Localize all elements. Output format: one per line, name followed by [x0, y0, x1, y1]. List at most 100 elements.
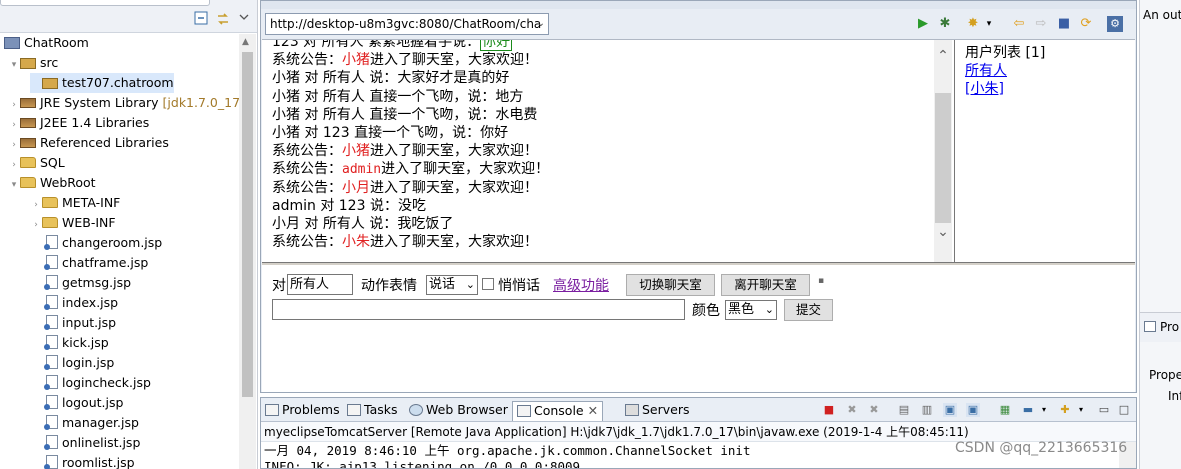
collapse-arrow-icon[interactable]: ›: [8, 135, 20, 155]
collapse-arrow-icon[interactable]: ›: [30, 215, 42, 235]
whisper-checkbox[interactable]: [482, 278, 494, 290]
tab-tasks[interactable]: Tasks: [347, 401, 398, 421]
collapse-arrow-icon[interactable]: ›: [8, 115, 20, 135]
user-link[interactable]: [小朱]: [965, 80, 1129, 98]
remove-launch-icon[interactable]: ✖: [845, 403, 859, 417]
forward-arrow-icon[interactable]: ⇨: [1033, 16, 1049, 32]
browser-settings-icon[interactable]: ⚙: [1107, 16, 1123, 32]
recipient-input[interactable]: 所有人: [287, 274, 353, 295]
server-icon[interactable]: ✸: [965, 16, 981, 32]
tree-item-web-inf[interactable]: › WEB-INF: [30, 213, 115, 235]
maximize-icon[interactable]: □: [1117, 403, 1131, 417]
tree-item-src[interactable]: ▾ src: [8, 53, 59, 75]
tree-item-file[interactable]: getmsg.jsp: [44, 273, 131, 293]
tree-item-file[interactable]: chatframe.jsp: [44, 253, 148, 273]
remove-all-icon[interactable]: ✖: [867, 403, 881, 417]
tree-item-file[interactable]: roomlist.jsp: [44, 453, 135, 469]
collapse-arrow-icon[interactable]: ›: [8, 95, 20, 115]
user-link-all[interactable]: 所有人: [965, 62, 1129, 80]
open-console-icon[interactable]: ✚: [1058, 403, 1072, 417]
scrollbar-thumb[interactable]: [935, 93, 951, 223]
tree-item-file[interactable]: onlinelist.jsp: [44, 433, 140, 453]
properties-tab-label[interactable]: Pro: [1160, 320, 1179, 334]
folder-icon: [20, 177, 36, 188]
chat-scrollbar[interactable]: ⌃ ⌄: [934, 40, 952, 262]
display-console-icon[interactable]: ▬: [1021, 403, 1035, 417]
tree-item-file[interactable]: kick.jsp: [44, 333, 109, 353]
run-icon[interactable]: ▶: [915, 16, 931, 32]
tree-project[interactable]: ChatRoom: [4, 33, 89, 53]
tree-item-file[interactable]: changeroom.jsp: [44, 233, 162, 253]
expand-arrow-icon[interactable]: ▾: [8, 55, 20, 75]
tab-web-browser[interactable]: Web Browser: [409, 401, 508, 421]
tree-item-sql[interactable]: › SQL: [8, 153, 65, 173]
chevron-down-icon[interactable]: ▾: [981, 16, 997, 32]
tree-item-package[interactable]: test707.chatroom: [30, 73, 174, 93]
notice-prefix: 系统公告：: [272, 234, 342, 251]
close-icon[interactable]: ✕: [588, 403, 598, 418]
tab-problems[interactable]: Problems: [265, 401, 340, 421]
jsp-file-icon: [44, 275, 58, 290]
tree-item-file[interactable]: manager.jsp: [44, 413, 139, 433]
collapse-all-icon[interactable]: [194, 11, 210, 27]
terminate-icon[interactable]: ■: [822, 403, 836, 417]
scroll-lock-icon[interactable]: ▥: [920, 403, 934, 417]
tree-item-file[interactable]: login.jsp: [44, 353, 114, 373]
browser-content: 123 对 所有人 紧紧地握着手说： 你好 系统公告：小猪进入了聊天室，大家欢迎！…: [262, 39, 1135, 392]
refresh-icon[interactable]: ⟳: [1078, 16, 1094, 32]
expand-arrow-icon[interactable]: ▾: [8, 175, 20, 195]
advanced-features-link[interactable]: 高级功能: [553, 275, 609, 295]
leave-room-button[interactable]: 离开聊天室: [721, 274, 810, 296]
collapse-arrow-icon[interactable]: ›: [8, 155, 20, 175]
switch-room-button[interactable]: 切换聊天室: [626, 274, 715, 296]
tree-item-file[interactable]: logincheck.jsp: [44, 373, 151, 393]
chevron-up-icon[interactable]: ⌃: [934, 48, 952, 64]
chat-message: 小月 对 所有人 说：我吃饭了: [272, 215, 454, 232]
system-notice: 系统公告：小猪进入了聊天室，大家欢迎！: [272, 142, 549, 160]
pin-console-icon[interactable]: ▦: [998, 403, 1012, 417]
tree-item-file[interactable]: logout.jsp: [44, 393, 123, 413]
tree-item-webroot[interactable]: ▾ WebRoot: [8, 173, 96, 193]
color-select[interactable]: 黑色 ⌄: [725, 300, 777, 320]
notice-text: 进入了聊天室，大家欢迎！: [370, 179, 538, 196]
tree-item-jre[interactable]: › JRE System Library [jdk1.7.0_17]: [8, 93, 245, 113]
show-on-output-icon[interactable]: ▣: [943, 403, 957, 417]
console-process-title: myeclipseTomcatServer [Remote Java Appli…: [261, 422, 1136, 442]
submit-button[interactable]: 提交: [784, 299, 833, 321]
tab-console[interactable]: Console ✕: [512, 401, 604, 421]
link-with-editor-icon[interactable]: [215, 11, 231, 27]
tree-item-meta-inf[interactable]: › META-INF: [30, 193, 120, 213]
explorer-tab[interactable]: [0, 0, 210, 6]
view-menu-icon[interactable]: [238, 11, 254, 27]
tree-item-file[interactable]: index.jsp: [44, 293, 118, 313]
action-select[interactable]: 说话 ⌄: [426, 275, 478, 295]
tab-servers[interactable]: Servers: [625, 401, 690, 421]
collapse-arrow-icon[interactable]: ›: [30, 195, 42, 215]
chevron-down-icon[interactable]: ⌄: [537, 14, 545, 34]
clear-console-icon[interactable]: ▤: [897, 403, 911, 417]
scrollbar-thumb[interactable]: [242, 52, 253, 397]
url-input[interactable]: http://desktop-u8m3gvc:8080/ChatRoom/cha…: [265, 13, 549, 35]
show-on-error-icon[interactable]: ▣: [966, 403, 980, 417]
console-output[interactable]: 一月 04, 2019 8:46:10 上午 org.apache.jk.com…: [264, 443, 751, 468]
message-input[interactable]: [272, 299, 685, 320]
frame-divider[interactable]: [262, 262, 1135, 265]
stop-icon[interactable]: ■: [1056, 16, 1072, 32]
tree-item-j2ee[interactable]: › J2EE 1.4 Libraries: [8, 113, 149, 133]
back-arrow-icon[interactable]: ⇦: [1011, 16, 1027, 32]
url-text: http://desktop-u8m3gvc:8080/ChatRoom/cha: [270, 17, 542, 31]
chevron-down-icon[interactable]: ▾: [1074, 403, 1088, 417]
scroll-up-icon[interactable]: ▲: [242, 37, 249, 47]
chevron-down-icon[interactable]: ▾: [1037, 403, 1051, 417]
user-list-title: 用户列表 [1]: [965, 45, 1046, 61]
debug-icon[interactable]: ✱: [937, 16, 953, 32]
tab-label: Problems: [282, 402, 340, 417]
minimize-icon[interactable]: ▭: [1097, 403, 1111, 417]
tree-item-file[interactable]: input.jsp: [44, 313, 116, 333]
chevron-down-icon: ⌄: [764, 303, 774, 316]
outline-tab-label[interactable]: An out: [1143, 8, 1181, 22]
tree-item-referenced[interactable]: › Referenced Libraries: [8, 133, 169, 153]
notice-prefix: 系统公告：: [272, 161, 342, 178]
chevron-down-icon[interactable]: ⌄: [934, 224, 952, 240]
explorer-scrollbar[interactable]: ▲: [239, 34, 256, 469]
